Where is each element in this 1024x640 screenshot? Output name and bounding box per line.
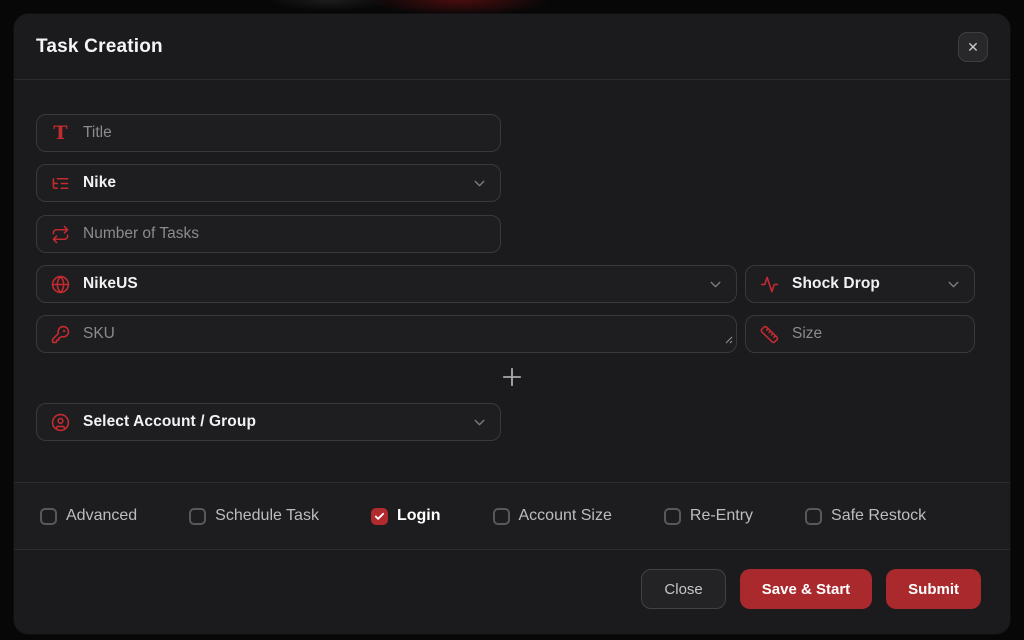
size-input[interactable]: Size [745, 315, 975, 353]
chevron-down-icon [945, 276, 962, 293]
checkbox-label: Re-Entry [690, 507, 753, 525]
submit-button[interactable]: Submit [886, 569, 981, 609]
modal-footer: Close Save & Start Submit [14, 550, 1010, 634]
task-creation-modal: Task Creation ✕ T Title Nike Number of T… [14, 14, 1010, 634]
checkbox-label: Schedule Task [215, 507, 319, 525]
modal-title: Task Creation [36, 36, 163, 58]
checkbox-login[interactable]: Login [371, 507, 441, 525]
number-of-tasks-input[interactable]: Number of Tasks [36, 215, 501, 253]
key-icon [51, 325, 70, 344]
mode-select[interactable]: Shock Drop [745, 265, 975, 303]
ruler-icon [760, 325, 779, 344]
chevron-down-icon [471, 414, 488, 431]
user-circle-icon [51, 413, 70, 432]
close-button[interactable]: Close [641, 569, 725, 609]
checkbox-label: Account Size [519, 507, 612, 525]
size-placeholder: Size [792, 325, 822, 343]
text-title-icon: T [51, 124, 70, 143]
add-task-group-button[interactable] [498, 363, 526, 394]
chevron-down-icon [471, 175, 488, 192]
activity-pulse-icon [760, 275, 779, 294]
product-select[interactable]: Nike [36, 164, 501, 202]
repeat-icon [51, 225, 70, 244]
checkbox-advanced[interactable]: Advanced [40, 507, 137, 525]
checkbox-label: Login [397, 507, 441, 525]
account-group-select[interactable]: Select Account / Group [36, 403, 501, 441]
task-form: T Title Nike Number of Tasks NikeUS [14, 80, 1010, 441]
checkbox-label: Safe Restock [831, 507, 926, 525]
checkbox-box [805, 508, 822, 525]
site-select[interactable]: NikeUS [36, 265, 737, 303]
site-select-value: NikeUS [83, 275, 138, 293]
checkbox-box [493, 508, 510, 525]
close-modal-button[interactable]: ✕ [958, 32, 988, 62]
checkbox-box [371, 508, 388, 525]
chevron-down-icon [707, 276, 724, 293]
plus-icon [498, 363, 526, 394]
checkbox-label: Advanced [66, 507, 137, 525]
sku-placeholder: SKU [83, 325, 115, 343]
modal-header: Task Creation ✕ [14, 14, 1010, 80]
resize-handle-icon[interactable] [723, 331, 733, 349]
checkbox-box [664, 508, 681, 525]
checkbox-safe-restock[interactable]: Safe Restock [805, 507, 926, 525]
account-group-select-value: Select Account / Group [83, 413, 256, 431]
close-icon: ✕ [967, 40, 979, 54]
checkbox-re-entry[interactable]: Re-Entry [664, 507, 753, 525]
list-tree-icon [51, 174, 70, 193]
product-select-value: Nike [83, 174, 116, 192]
globe-icon [51, 275, 70, 294]
sku-textarea[interactable]: SKU [36, 315, 737, 353]
title-input[interactable]: T Title [36, 114, 501, 152]
checkbox-schedule-task[interactable]: Schedule Task [189, 507, 319, 525]
number-of-tasks-placeholder: Number of Tasks [83, 225, 199, 243]
save-and-start-button[interactable]: Save & Start [740, 569, 872, 609]
title-placeholder: Title [83, 124, 112, 142]
check-icon [374, 511, 385, 522]
checkbox-account-size[interactable]: Account Size [493, 507, 612, 525]
mode-select-value: Shock Drop [792, 275, 880, 293]
task-options-bar: Advanced Schedule Task Login Account Siz… [14, 482, 1010, 550]
checkbox-box [40, 508, 57, 525]
checkbox-box [189, 508, 206, 525]
